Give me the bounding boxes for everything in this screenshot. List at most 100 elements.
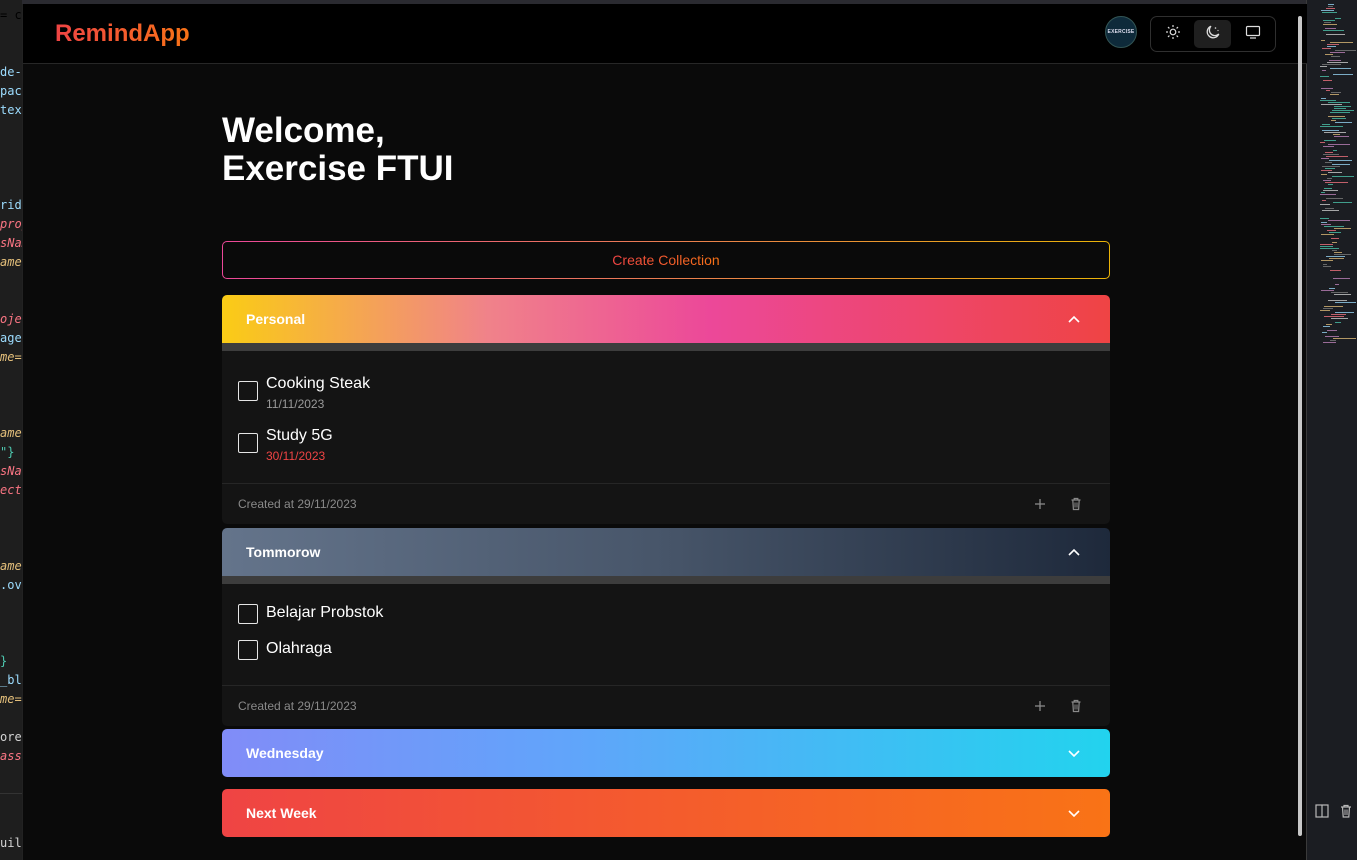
minimap-line <box>1332 176 1354 177</box>
minimap-line <box>1326 34 1345 35</box>
brand-logo[interactable]: RemindApp <box>55 20 190 48</box>
minimap-line <box>1325 168 1335 169</box>
minimap-line <box>1323 24 1337 25</box>
trash-icon[interactable] <box>1069 496 1083 512</box>
dark-theme-button[interactable] <box>1194 20 1231 48</box>
created-at-text: Created at 29/11/2023 <box>238 497 357 511</box>
code-fragment: ame= <box>0 255 22 269</box>
code-fragment: text <box>0 103 22 117</box>
minimap-line <box>1323 190 1338 191</box>
collection-header-wednesday[interactable]: Wednesday <box>222 729 1110 777</box>
minimap-line <box>1325 152 1333 153</box>
minimap[interactable] <box>1320 4 1357 349</box>
minimap-line <box>1333 134 1340 135</box>
minimap-line <box>1333 202 1352 203</box>
minimap-line <box>1333 278 1350 279</box>
minimap-line <box>1329 258 1344 259</box>
task-date-overdue: 30/11/2023 <box>266 449 326 463</box>
minimap-line <box>1321 170 1332 171</box>
task-checkbox[interactable] <box>238 433 258 453</box>
code-fragment: ect <box>0 483 22 497</box>
page-scrollbar[interactable] <box>1298 16 1302 836</box>
minimap-line <box>1335 302 1356 303</box>
create-collection-button-inner: Create Collection <box>223 242 1109 278</box>
collection-header-tommorow[interactable]: Tommorow <box>222 528 1110 576</box>
minimap-line <box>1320 126 1343 127</box>
minimap-line <box>1321 88 1333 89</box>
editor-divider <box>0 793 22 794</box>
minimap-line <box>1334 106 1351 107</box>
plus-icon[interactable] <box>1033 698 1047 714</box>
minimap-line <box>1327 330 1337 331</box>
task-date: 11/11/2023 <box>266 397 325 411</box>
collection-header-next-week[interactable]: Next Week <box>222 789 1110 837</box>
minimap-line <box>1332 164 1350 165</box>
minimap-line <box>1320 66 1327 67</box>
code-fragment: me= <box>0 350 22 364</box>
minimap-line <box>1334 252 1342 253</box>
chevron-up-icon[interactable] <box>1066 545 1082 559</box>
minimap-line <box>1328 4 1334 5</box>
avatar[interactable]: EXERCISE <box>1105 16 1137 48</box>
minimap-line <box>1324 132 1346 133</box>
welcome-heading: Welcome, Exercise FTUI <box>222 112 822 188</box>
system-theme-button[interactable] <box>1234 20 1271 48</box>
light-theme-button[interactable] <box>1154 20 1191 48</box>
task-checkbox[interactable] <box>238 640 258 660</box>
minimap-line <box>1331 314 1346 315</box>
collection-wednesday: Wednesday <box>222 729 1110 777</box>
remind-app-window: RemindApp EXERCISE Welcome, Exercise FTU… <box>22 4 1307 860</box>
chevron-down-icon[interactable] <box>1066 746 1082 760</box>
minimap-line <box>1334 108 1346 109</box>
minimap-line <box>1330 112 1350 113</box>
code-fragment: .ov <box>0 578 22 592</box>
collection-footer: Created at 29/11/2023 <box>222 483 1110 524</box>
task-list: Belajar Probstok Olahraga <box>222 584 1110 685</box>
code-fragment: sNa <box>0 464 22 478</box>
minimap-line <box>1322 64 1341 65</box>
editor-divider <box>1306 0 1307 860</box>
chevron-down-icon[interactable] <box>1066 806 1082 820</box>
minimap-line <box>1335 312 1354 313</box>
minimap-line <box>1330 68 1351 69</box>
minimap-line <box>1333 338 1356 339</box>
task-checkbox[interactable] <box>238 381 258 401</box>
chevron-up-icon[interactable] <box>1066 312 1082 326</box>
minimap-line <box>1321 10 1334 11</box>
collection-personal: Personal Cooking Steak 11/11/2023 Study … <box>222 295 1110 524</box>
minimap-line <box>1335 322 1341 323</box>
code-fragment: "} <box>0 445 15 459</box>
collection-header-personal[interactable]: Personal <box>222 295 1110 343</box>
minimap-line <box>1321 192 1325 193</box>
plus-icon[interactable] <box>1033 496 1047 512</box>
minimap-line <box>1325 182 1348 183</box>
minimap-line <box>1331 238 1339 239</box>
minimap-line <box>1330 340 1336 341</box>
task-name: Cooking Steak <box>266 375 371 392</box>
minimap-line <box>1323 20 1335 21</box>
code-fragment: uild <box>0 836 22 850</box>
code-fragment: } <box>0 654 8 668</box>
minimap-line <box>1325 54 1333 55</box>
screen: = c de- pace text rid proj sNam ame= oje… <box>0 0 1357 860</box>
code-editor-left: = c de- pace text rid proj sNam ame= oje… <box>0 0 22 860</box>
minimap-line <box>1328 116 1345 117</box>
minimap-line <box>1334 254 1351 255</box>
trash-icon[interactable] <box>1339 804 1353 818</box>
minimap-line <box>1334 136 1349 137</box>
minimap-line <box>1328 220 1350 221</box>
minimap-line <box>1331 292 1348 293</box>
create-collection-button[interactable]: Create Collection <box>222 241 1110 279</box>
minimap-line <box>1327 46 1336 47</box>
split-editor-icon[interactable] <box>1315 804 1329 818</box>
trash-icon[interactable] <box>1069 698 1083 714</box>
minimap-line <box>1324 316 1344 317</box>
code-fragment: _bl <box>0 673 22 687</box>
code-fragment: ore <box>0 730 22 744</box>
task-checkbox[interactable] <box>238 604 258 624</box>
minimap-line <box>1329 160 1352 161</box>
minimap-line <box>1321 174 1327 175</box>
minimap-line <box>1320 244 1333 245</box>
task-item: Olahraga <box>222 637 1110 673</box>
minimap-line <box>1327 44 1339 45</box>
